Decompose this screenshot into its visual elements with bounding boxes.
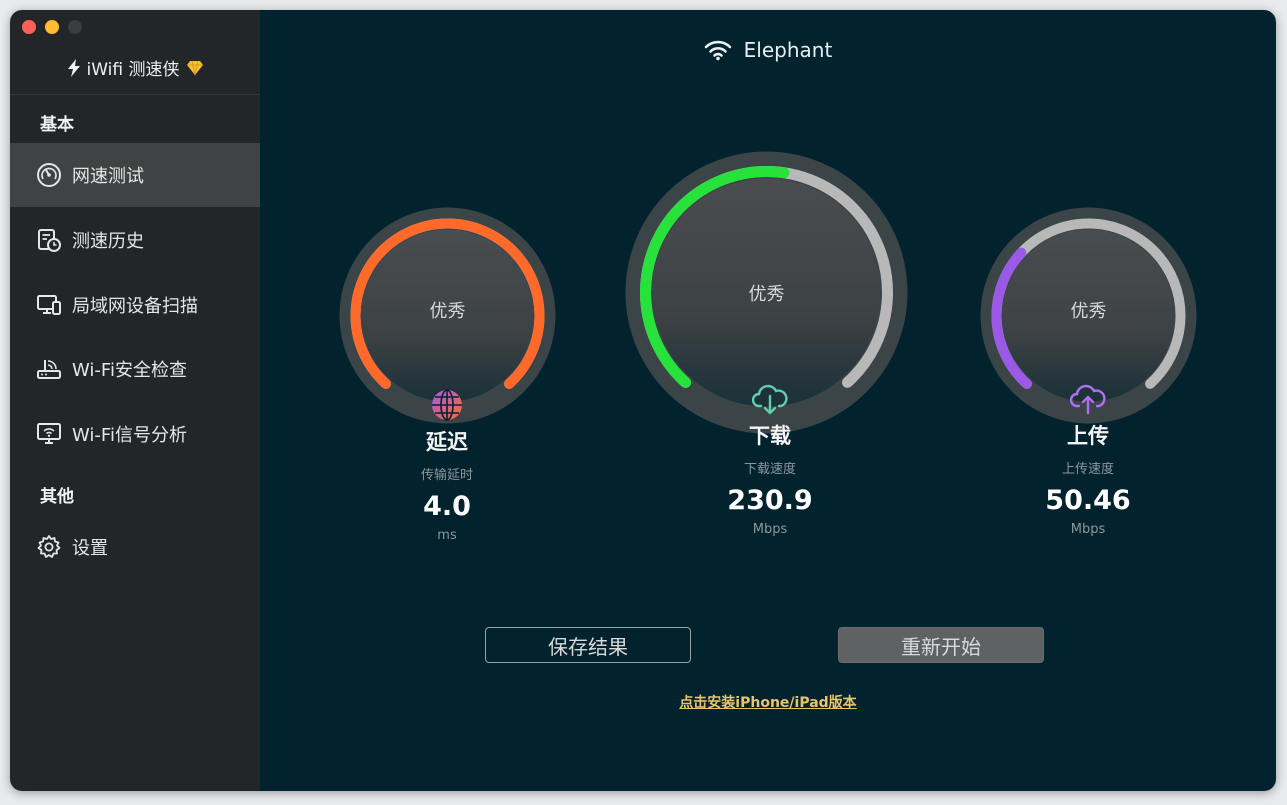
install-ios-link[interactable]: 点击安装iPhone/iPad版本: [260, 692, 1276, 712]
app-brand: iWifi 测速侠: [10, 55, 260, 80]
sidebar-item-label: 设置: [72, 538, 108, 559]
network-header: Elephant: [260, 38, 1276, 62]
latency-metric: 延迟 传输延时 4.0 ms: [347, 388, 547, 543]
download-value: 230.9: [727, 485, 813, 516]
sidebar-divider: [10, 94, 260, 95]
section-label-basic: 基本: [40, 115, 74, 135]
download-rating: 优秀: [748, 284, 785, 305]
speedometer-icon: [36, 162, 62, 188]
upload-value: 50.46: [1045, 485, 1131, 516]
upload-metric: 上传 上传速度 50.46 Mbps: [988, 382, 1188, 537]
devices-icon: [36, 292, 62, 318]
upload-rating: 优秀: [1070, 301, 1107, 322]
network-name: Elephant: [743, 38, 833, 62]
upload-subtitle: 上传速度: [1061, 462, 1114, 477]
globe-icon: [432, 389, 462, 421]
sidebar-item-label: 测速历史: [72, 231, 144, 252]
latency-unit: ms: [437, 528, 457, 543]
save-results-button[interactable]: 保存结果: [485, 627, 691, 663]
gear-icon: [36, 534, 62, 560]
diamond-icon: [186, 60, 203, 75]
lightning-icon: [67, 58, 80, 77]
app-window: iWifi 测速侠 基本 网速测试 测速历史 局域网设备扫描 Wi-Fi安全检查…: [10, 10, 1276, 791]
restart-button[interactable]: 重新开始: [838, 627, 1044, 663]
section-label-other: 其他: [40, 487, 74, 507]
download-metric: 下载 下载速度 230.9 Mbps: [670, 382, 870, 537]
history-icon: [36, 227, 62, 253]
cloud-upload-icon: [1070, 384, 1106, 415]
sidebar-item-wifi-signal[interactable]: Wi-Fi信号分析: [10, 402, 260, 466]
sidebar-item-label: Wi-Fi安全检查: [72, 360, 187, 381]
download-title: 下载: [749, 424, 791, 448]
main-panel: Elephant 优秀 优秀 优秀 延迟 传输延时 4.0 ms 下载 下载速度…: [260, 10, 1276, 791]
router-icon: [36, 356, 62, 382]
sidebar-item-label: Wi-Fi信号分析: [72, 425, 187, 446]
sidebar-item-history[interactable]: 测速历史: [10, 208, 260, 272]
upload-title: 上传: [1067, 424, 1109, 448]
download-subtitle: 下载速度: [743, 462, 796, 477]
sidebar-item-label: 网速测试: [72, 166, 144, 187]
sidebar-item-lan-scan[interactable]: 局域网设备扫描: [10, 273, 260, 337]
download-unit: Mbps: [752, 522, 788, 537]
latency-subtitle: 传输延时: [420, 468, 473, 483]
latency-rating: 优秀: [429, 301, 466, 322]
upload-unit: Mbps: [1070, 522, 1106, 537]
minimize-window-button[interactable]: [45, 20, 59, 34]
window-controls: [22, 20, 82, 34]
wifi-icon: [704, 40, 731, 61]
app-title: iWifi 测速侠: [86, 60, 180, 80]
sidebar-item-settings[interactable]: 设置: [10, 515, 260, 579]
sidebar: iWifi 测速侠 基本 网速测试 测速历史 局域网设备扫描 Wi-Fi安全检查…: [10, 10, 260, 791]
sidebar-item-wifi-security[interactable]: Wi-Fi安全检查: [10, 337, 260, 401]
sidebar-item-label: 局域网设备扫描: [72, 296, 198, 317]
zoom-window-button[interactable]: [68, 20, 82, 34]
latency-value: 4.0: [423, 491, 471, 522]
latency-title: 延迟: [426, 430, 468, 454]
cloud-download-icon: [752, 384, 788, 415]
signal-monitor-icon: [36, 421, 62, 447]
close-window-button[interactable]: [22, 20, 36, 34]
sidebar-item-speed-test[interactable]: 网速测试: [10, 143, 260, 207]
